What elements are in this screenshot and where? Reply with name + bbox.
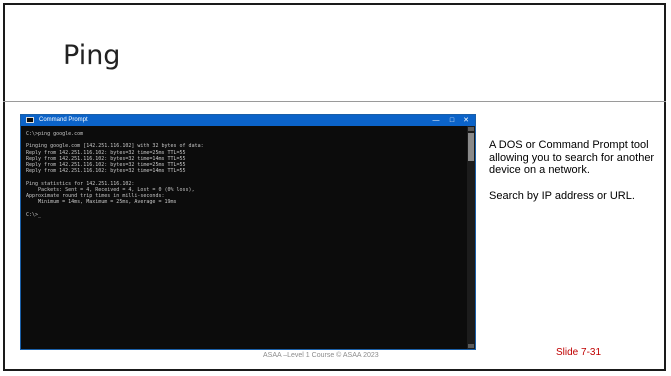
console-line: C:\>_ xyxy=(26,211,42,218)
description-paragraph: A DOS or Command Prompt tool allowing yo… xyxy=(489,139,655,177)
description-paragraph: Search by IP address or URL. xyxy=(489,189,635,202)
slide-number: Slide 7-31 xyxy=(556,347,602,358)
minimize-button[interactable]: — xyxy=(429,115,443,126)
scrollbar-thumb[interactable] xyxy=(468,133,474,161)
console-output[interactable]: C:\>ping google.com Pinging google.com [… xyxy=(26,131,463,347)
scroll-up-arrow-icon[interactable] xyxy=(468,127,474,131)
title-divider xyxy=(3,101,666,102)
window-titlebar[interactable]: Command Prompt — □ ✕ xyxy=(21,115,475,126)
close-button[interactable]: ✕ xyxy=(459,115,473,126)
window-title: Command Prompt xyxy=(39,117,88,123)
scroll-down-arrow-icon[interactable] xyxy=(468,344,474,348)
description-text: A DOS or Command Prompt tool allowing yo… xyxy=(489,139,659,215)
slide-footer: ASAA –Level 1 Course © ASAA 2023 xyxy=(263,352,379,359)
command-prompt-window[interactable]: Command Prompt — □ ✕ C:\>ping google.com… xyxy=(20,114,476,350)
slide-title: Ping xyxy=(63,40,121,71)
command-prompt-icon xyxy=(26,117,34,123)
maximize-button[interactable]: □ xyxy=(445,115,459,126)
